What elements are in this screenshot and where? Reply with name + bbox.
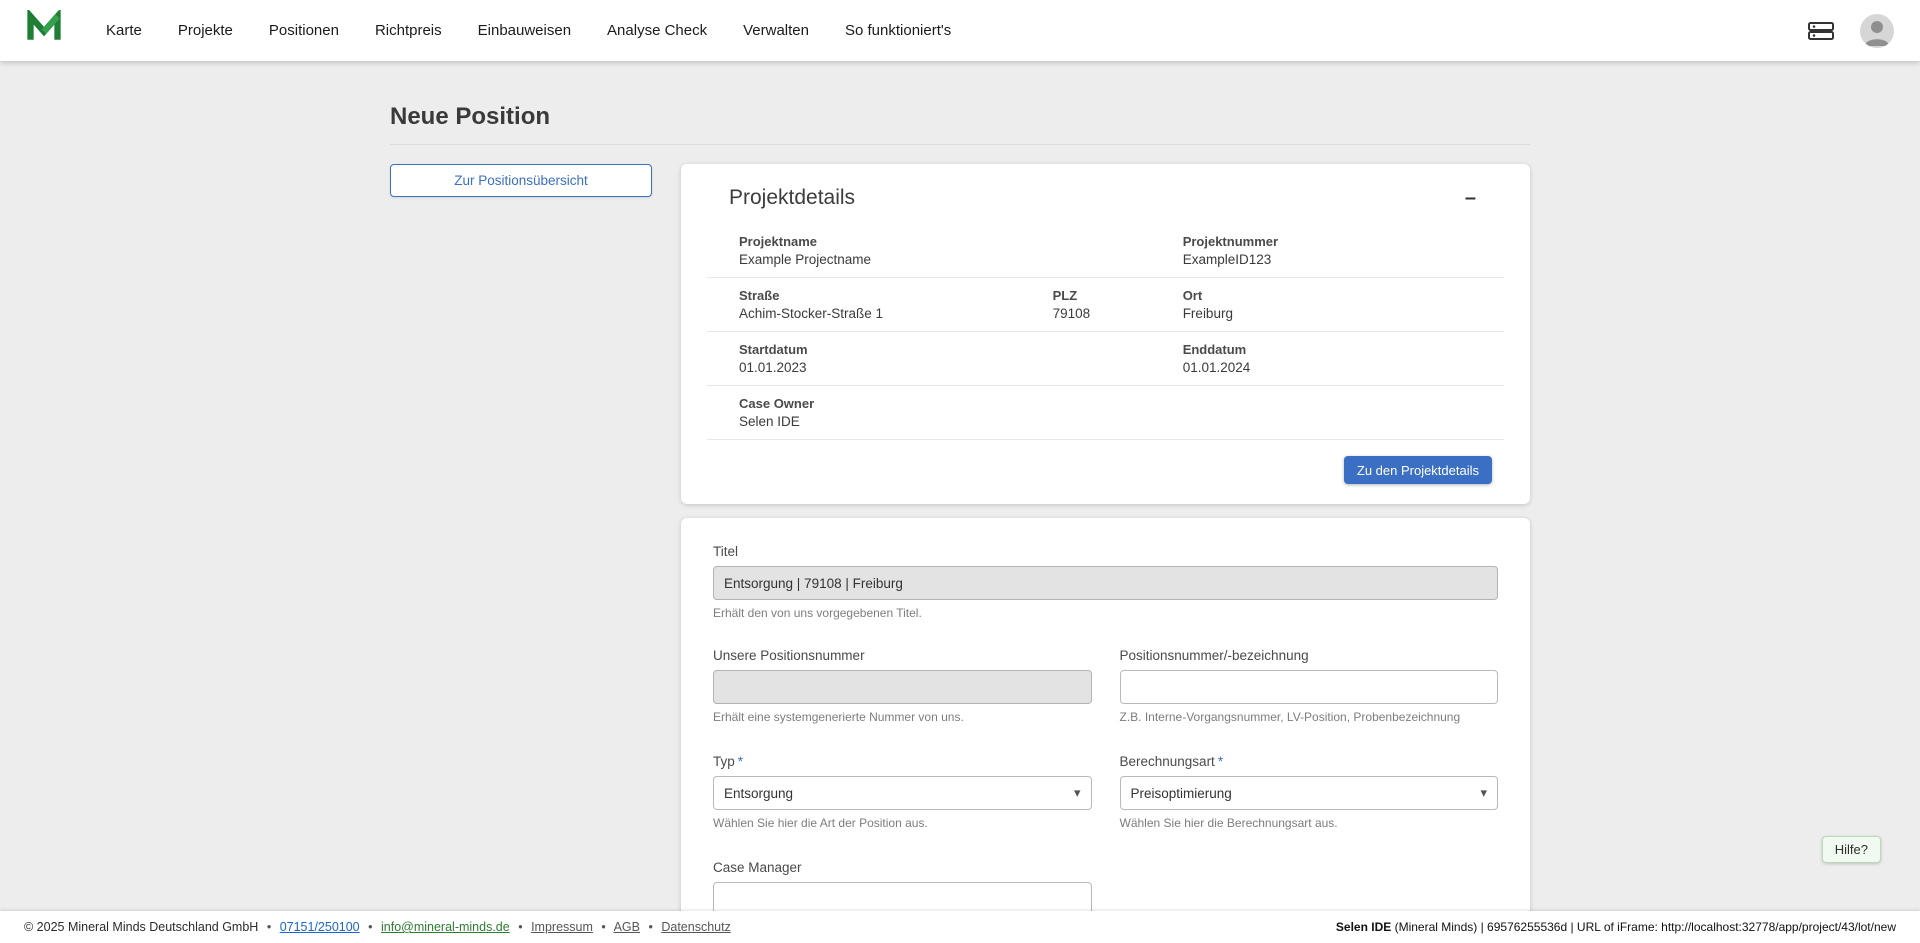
unsere-positionsnummer-helper: Erhält eine systemgenerierte Nummer von …	[713, 710, 1092, 724]
mineral-minds-logo-icon	[26, 10, 62, 51]
field-ort: Ort Freiburg	[1183, 288, 1504, 321]
unsere-positionsnummer-field: Unsere Positionsnummer Erhält eine syste…	[713, 648, 1092, 724]
positionsnummer-field: Positionsnummer/-bezeichnung Z.B. Intern…	[1120, 648, 1499, 724]
nav-item-verwalten[interactable]: Verwalten	[743, 22, 809, 39]
nav-item-einbauweisen[interactable]: Einbauweisen	[478, 22, 571, 39]
nav-item-so-funktionierts[interactable]: So funktioniert's	[845, 22, 951, 39]
project-details-fields: Projektname Example Projectname Projektn…	[707, 224, 1504, 440]
impressum-link[interactable]: Impressum	[531, 920, 593, 934]
case-manager-input[interactable]	[713, 882, 1092, 911]
berechnungsart-label: Berechnungsart*	[1120, 754, 1499, 769]
new-position-form-card: Titel Erhält den von uns vorgegebenen Ti…	[681, 518, 1530, 911]
datenschutz-link[interactable]: Datenschutz	[661, 920, 730, 934]
titel-helper: Erhält den von uns vorgegebenen Titel.	[713, 606, 1498, 620]
nav-item-karte[interactable]: Karte	[106, 22, 142, 39]
required-asterisk: *	[1218, 754, 1223, 769]
unsere-positionsnummer-label: Unsere Positionsnummer	[713, 648, 1092, 663]
top-navbar: Karte Projekte Positionen Richtpreis Ein…	[0, 0, 1920, 61]
field-projektnummer: Projektnummer ExampleID123	[1183, 234, 1504, 267]
required-asterisk: *	[738, 754, 743, 769]
field-startdatum: Startdatum 01.01.2023	[739, 342, 1183, 375]
chevron-down-icon: ▾	[1480, 785, 1487, 801]
phone-link[interactable]: 07151/250100	[280, 920, 360, 934]
positionsnummer-label: Positionsnummer/-bezeichnung	[1120, 648, 1499, 663]
session-user: Selen IDE	[1336, 920, 1391, 934]
case-manager-label: Case Manager	[713, 860, 1092, 875]
table-row: Projektname Example Projectname Projektn…	[707, 224, 1504, 278]
nav-item-analyse-check[interactable]: Analyse Check	[607, 22, 707, 39]
nav-item-positionen[interactable]: Positionen	[269, 22, 339, 39]
left-column: Zur Positionsübersicht	[390, 164, 652, 197]
collapse-icon[interactable]: –	[1459, 186, 1482, 210]
session-info: Selen IDE (Mineral Minds) | 69576255536d…	[1336, 920, 1896, 934]
back-to-positions-button[interactable]: Zur Positionsübersicht	[390, 164, 652, 197]
table-row: Startdatum 01.01.2023 Enddatum 01.01.202…	[707, 332, 1504, 386]
server-rack-icon[interactable]	[1808, 21, 1834, 41]
nav-item-richtpreis[interactable]: Richtpreis	[375, 22, 442, 39]
footer-left: © 2025 Mineral Minds Deutschland GmbH • …	[24, 920, 736, 934]
help-button[interactable]: Hilfe?	[1822, 836, 1881, 863]
chevron-down-icon: ▾	[1074, 785, 1081, 801]
copyright-text: © 2025 Mineral Minds Deutschland GmbH	[24, 920, 258, 934]
positionsnummer-helper: Z.B. Interne-Vorgangsnummer, LV-Position…	[1120, 710, 1499, 724]
berechnungsart-field: Berechnungsart* Preisoptimierung ▾ Wähle…	[1120, 754, 1499, 830]
page-title: Neue Position	[390, 103, 1530, 145]
unsere-positionsnummer-input	[713, 670, 1092, 704]
titel-input	[713, 566, 1498, 600]
field-projektname: Projektname Example Projectname	[739, 234, 1183, 267]
main-nav: Karte Projekte Positionen Richtpreis Ein…	[106, 22, 951, 39]
project-details-title: Projektdetails	[729, 186, 855, 210]
field-enddatum: Enddatum 01.01.2024	[1183, 342, 1504, 375]
avatar-icon	[1860, 14, 1894, 48]
field-strasse: Straße Achim-Stocker-Straße 1	[739, 288, 1053, 321]
case-manager-field: Case Manager	[713, 860, 1092, 911]
typ-field: Typ* Entsorgung ▾ Wählen Sie hier die Ar…	[713, 754, 1092, 830]
positionsnummer-input[interactable]	[1120, 670, 1499, 704]
session-details: (Mineral Minds) | 69576255536d | URL of …	[1391, 920, 1896, 934]
berechnungsart-select[interactable]: Preisoptimierung ▾	[1120, 776, 1499, 810]
typ-label: Typ*	[713, 754, 1092, 769]
titel-field: Titel Erhält den von uns vorgegebenen Ti…	[713, 544, 1498, 620]
typ-select[interactable]: Entsorgung ▾	[713, 776, 1092, 810]
brand-logo	[26, 10, 62, 51]
goto-project-details-button[interactable]: Zu den Projektdetails	[1344, 456, 1492, 484]
berechnungsart-helper: Wählen Sie hier die Berechnungsart aus.	[1120, 816, 1499, 830]
titel-label: Titel	[713, 544, 1498, 559]
typ-helper: Wählen Sie hier die Art der Position aus…	[713, 816, 1092, 830]
project-details-card: Projektdetails – Projektname Example Pro…	[681, 164, 1530, 504]
agb-link[interactable]: AGB	[614, 920, 640, 934]
nav-item-projekte[interactable]: Projekte	[178, 22, 233, 39]
field-plz: PLZ 79108	[1053, 288, 1183, 321]
user-avatar[interactable]	[1860, 14, 1894, 48]
email-link[interactable]: info@mineral-minds.de	[381, 920, 510, 934]
form-grid: Unsere Positionsnummer Erhält eine syste…	[713, 648, 1498, 911]
navbar-right	[1808, 14, 1894, 48]
table-row: Straße Achim-Stocker-Straße 1 PLZ 79108 …	[707, 278, 1504, 332]
right-column: Projektdetails – Projektname Example Pro…	[681, 164, 1530, 911]
table-row: Case Owner Selen IDE	[707, 386, 1504, 440]
main-content: Neue Position Zur Positionsübersicht Pro…	[0, 61, 1920, 911]
footer: © 2025 Mineral Minds Deutschland GmbH • …	[0, 911, 1920, 943]
field-case-owner: Case Owner Selen IDE	[739, 396, 1504, 429]
